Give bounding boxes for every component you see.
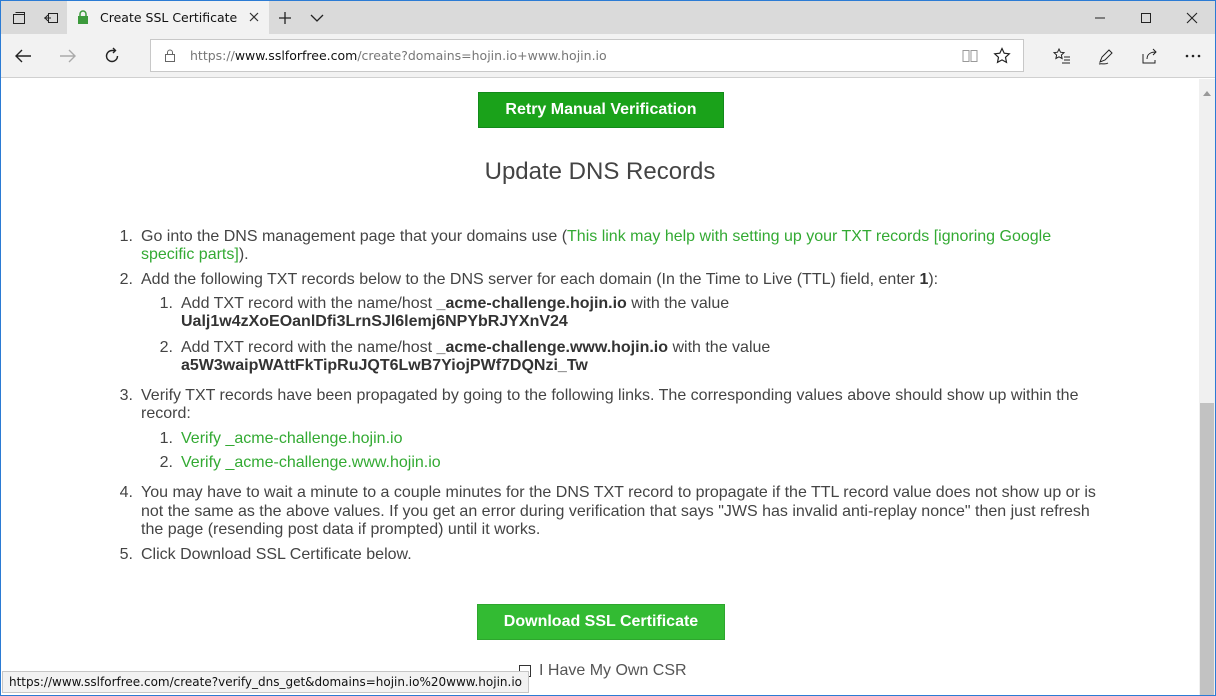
tab-previews-chevron-icon[interactable] bbox=[301, 1, 333, 34]
maximize-icon[interactable] bbox=[1123, 1, 1169, 34]
tab-active[interactable]: Create SSL Certificate bbox=[67, 1, 269, 34]
favorite-star-icon[interactable] bbox=[993, 47, 1011, 65]
txt-record-1-host: _acme-challenge.hojin.io bbox=[436, 295, 627, 312]
scroll-up-arrow-icon[interactable] bbox=[1203, 83, 1211, 96]
txt-record-2-host: _acme-challenge.www.hojin.io bbox=[436, 339, 669, 356]
substep-number: 2. bbox=[159, 454, 173, 471]
page-content: Retry Manual Verification Update DNS Rec… bbox=[1, 79, 1199, 695]
minimize-icon[interactable] bbox=[1077, 1, 1123, 34]
dns-help-link-cont[interactable]: specific parts] bbox=[141, 246, 239, 263]
status-url-preview: https://www.sslforfree.com/create?verify… bbox=[2, 671, 530, 693]
step-number: 3. bbox=[119, 387, 133, 404]
step-4-text-cont: not the same as the above values. If you… bbox=[141, 503, 1090, 520]
txt-record-2-value: a5W3waipWAttFkTipRuJQT6LwB7YiojPWf7DQNzi… bbox=[181, 357, 588, 374]
refresh-icon[interactable] bbox=[94, 38, 130, 74]
substep-number: 1. bbox=[159, 430, 173, 447]
dns-help-link[interactable]: This link may help with setting up your … bbox=[567, 228, 1051, 245]
step-4-text-cont: the page (resending post data if prompte… bbox=[141, 521, 541, 538]
step-1-text: Go into the DNS management page that you… bbox=[141, 228, 1052, 245]
step-1-text-cont: specific parts]). bbox=[141, 246, 249, 263]
share-icon[interactable] bbox=[1132, 38, 1168, 74]
new-tab-icon[interactable] bbox=[269, 1, 301, 34]
lock-icon bbox=[75, 9, 91, 27]
web-note-pen-icon[interactable] bbox=[1088, 38, 1124, 74]
step-number: 4. bbox=[119, 484, 133, 501]
navigation-bar: https://www.sslforfree.com/create?domain… bbox=[1, 34, 1215, 78]
browser-window: Create SSL Certificate https://www.sslfo… bbox=[0, 0, 1216, 696]
set-aside-tabs-icon[interactable] bbox=[35, 1, 67, 34]
step-3-text: Verify TXT records have been propagated … bbox=[141, 387, 1079, 404]
own-csr-label: I Have My Own CSR bbox=[539, 662, 687, 679]
download-ssl-certificate-button[interactable]: Download SSL Certificate bbox=[477, 604, 725, 640]
substep-number: 2. bbox=[159, 339, 173, 356]
step-number: 1. bbox=[119, 228, 133, 245]
step-number: 2. bbox=[119, 271, 133, 288]
close-window-icon[interactable] bbox=[1169, 1, 1215, 34]
verify-link-1[interactable]: Verify _acme-challenge.hojin.io bbox=[181, 430, 402, 448]
tab-manager-icon[interactable] bbox=[3, 1, 35, 34]
close-tab-icon[interactable] bbox=[247, 10, 261, 24]
page-heading: Update DNS Records bbox=[484, 158, 716, 185]
txt-record-1: Add TXT record with the name/host _acme-… bbox=[181, 295, 730, 312]
page-scrollbar[interactable] bbox=[1199, 79, 1215, 695]
address-bar[interactable]: https://www.sslforfree.com/create?domain… bbox=[150, 39, 1024, 72]
step-2-text: Add the following TXT records below to t… bbox=[141, 271, 939, 288]
address-lock-icon bbox=[164, 48, 178, 64]
tab-title: Create SSL Certificate bbox=[100, 10, 238, 25]
step-5-text: Click Download SSL Certificate below. bbox=[141, 546, 412, 563]
own-csr-option[interactable]: I Have My Own CSR bbox=[519, 662, 687, 680]
address-url[interactable]: https://www.sslforfree.com/create?domain… bbox=[190, 48, 607, 63]
back-arrow-icon[interactable] bbox=[5, 38, 41, 74]
verify-link-2[interactable]: Verify _acme-challenge.www.hojin.io bbox=[181, 454, 441, 472]
reading-view-icon[interactable] bbox=[961, 47, 979, 65]
txt-record-1-value: Ualj1w4zXoEOanlDfi3LrnSJl6lemj6NPYbRJYXn… bbox=[181, 313, 568, 330]
more-options-icon[interactable] bbox=[1175, 38, 1211, 74]
favorites-hub-icon[interactable] bbox=[1044, 38, 1080, 74]
step-number: 5. bbox=[119, 546, 133, 563]
retry-manual-verification-button[interactable]: Retry Manual Verification bbox=[478, 92, 724, 128]
txt-record-2: Add TXT record with the name/host _acme-… bbox=[181, 339, 771, 356]
tab-strip: Create SSL Certificate bbox=[1, 1, 1215, 34]
step-4-text: You may have to wait a minute to a coupl… bbox=[141, 484, 1096, 501]
scrollbar-thumb[interactable] bbox=[1200, 403, 1214, 695]
forward-arrow-icon[interactable] bbox=[50, 38, 86, 74]
step-3-text-cont: record: bbox=[141, 405, 191, 422]
substep-number: 1. bbox=[159, 295, 173, 312]
